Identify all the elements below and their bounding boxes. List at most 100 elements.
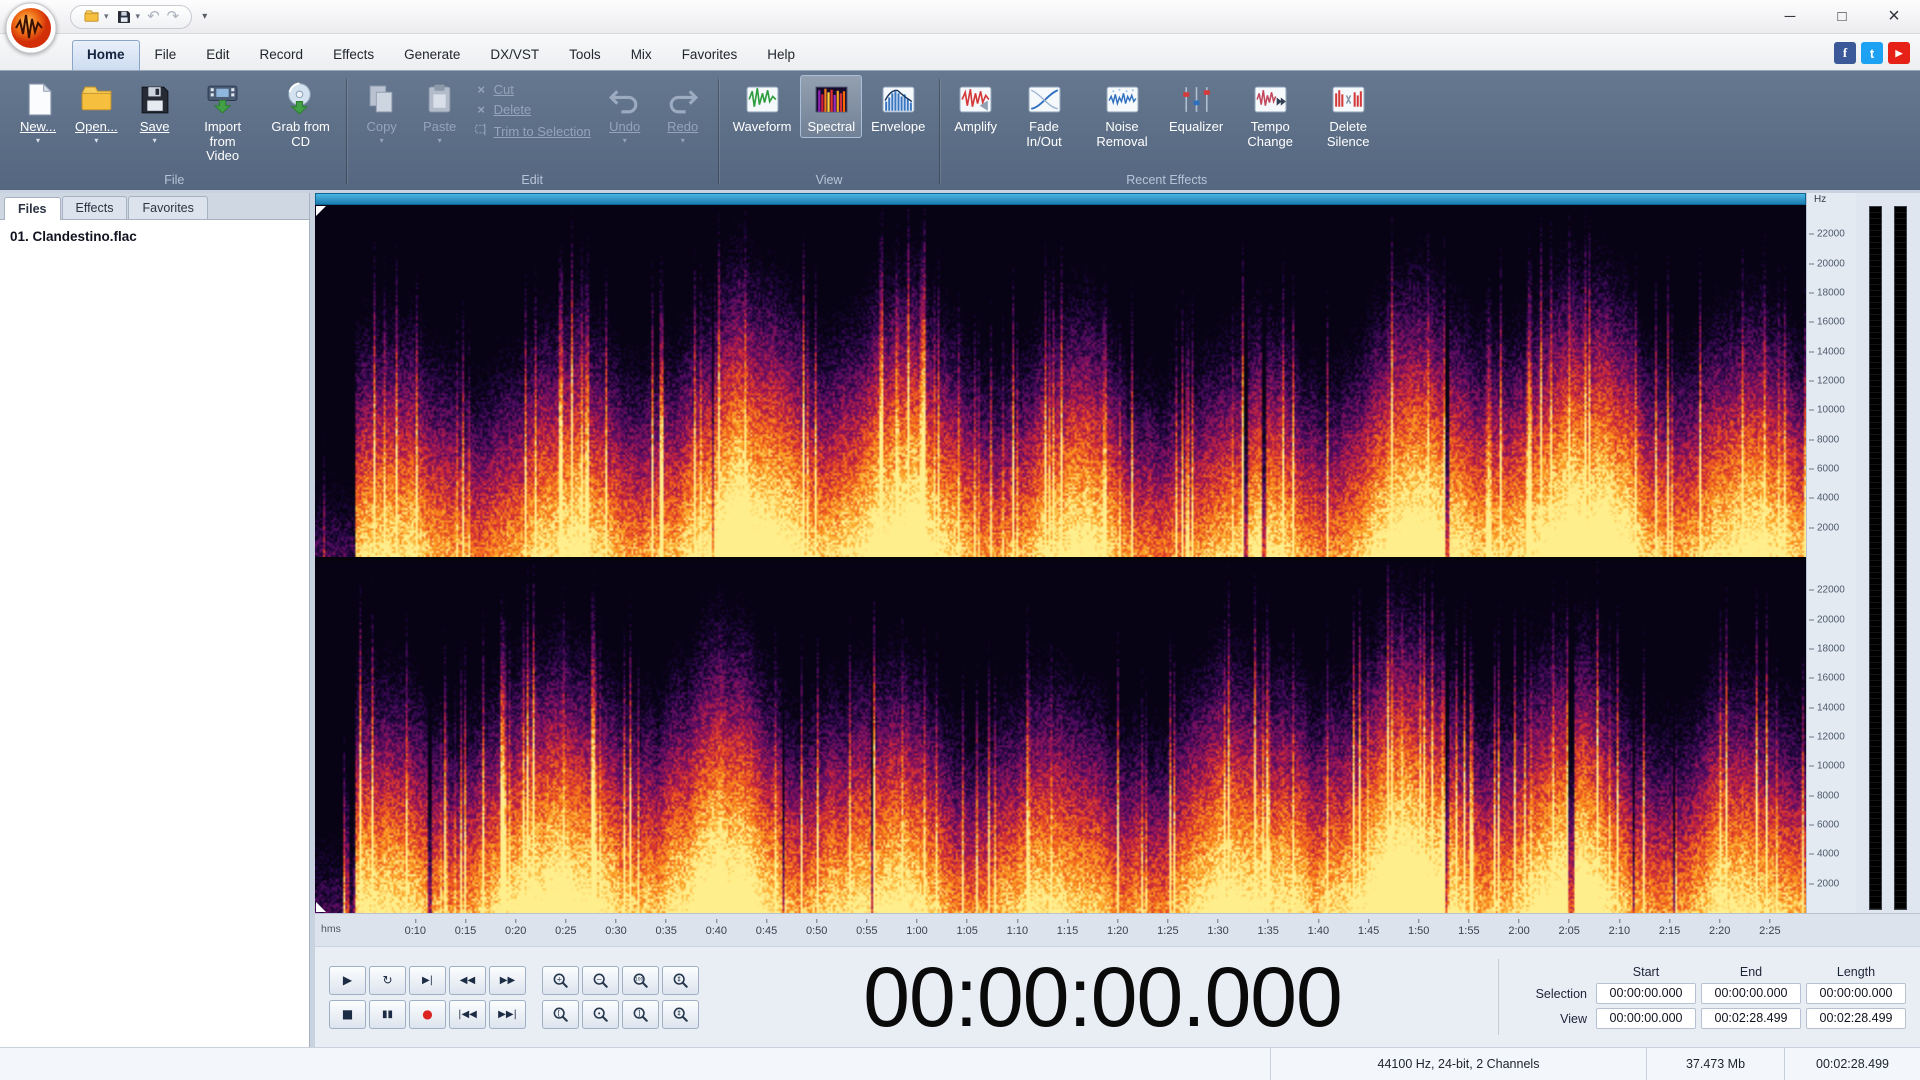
menu-tabs: Home File Edit Record Effects Generate DX/VST T… xyxy=(72,34,810,70)
undo-arrow-icon xyxy=(606,81,643,118)
menu-tab-home[interactable]: Home xyxy=(72,40,140,70)
menu-tab-help[interactable]: Help xyxy=(752,40,810,70)
menu-tab-record[interactable]: Record xyxy=(245,40,319,70)
grab-from-cd-button[interactable]: Grab from CD xyxy=(263,75,339,152)
status-duration: 00:02:28.499 xyxy=(1784,1048,1920,1080)
tempo-change-button[interactable]: Tempo Change xyxy=(1232,75,1308,152)
fast-forward-button[interactable]: ▶▶ xyxy=(489,965,526,995)
zoom-selection-start-button[interactable]: [ xyxy=(542,999,579,1029)
zoom-full-button[interactable]: ∙ xyxy=(582,999,619,1029)
save-button[interactable]: Save ▾ xyxy=(127,75,183,148)
menu-tab-file[interactable]: File xyxy=(140,40,192,70)
frequency-tick: 20000 xyxy=(1809,258,1845,269)
rewind-button[interactable]: ◀◀ xyxy=(449,965,486,995)
menu-tab-effects[interactable]: Effects xyxy=(318,40,389,70)
menu-tab-mix[interactable]: Mix xyxy=(616,40,667,70)
save-dropdown-icon[interactable]: ▾ xyxy=(136,11,141,22)
noise-removal-icon xyxy=(1104,81,1141,118)
view-start-value[interactable]: 00:00:00.000 xyxy=(1596,1008,1696,1029)
play-button[interactable]: ▶ xyxy=(329,965,366,995)
view-length-value[interactable]: 00:02:28.499 xyxy=(1806,1008,1906,1029)
selection-end-marker[interactable] xyxy=(316,902,326,912)
app-logo xyxy=(5,2,57,54)
maximize-button[interactable]: □ xyxy=(1816,0,1868,33)
new-button[interactable]: New... ▾ xyxy=(10,75,66,148)
menu-tab-favorites[interactable]: Favorites xyxy=(667,40,753,70)
svg-text:+: + xyxy=(556,974,562,983)
import-from-video-button[interactable]: Import from Video xyxy=(185,75,261,167)
customize-toolbar-button[interactable]: ▾ xyxy=(202,11,207,22)
timeline-ruler[interactable]: hms 0:10 0:15 0:20 0:25 0:30 0:35 0:40 0:45 0:50… xyxy=(315,913,1920,946)
envelope-view-button[interactable]: Envelope xyxy=(864,75,932,138)
redo-button[interactable]: Redo ▾ xyxy=(655,75,711,148)
ribbon-divider xyxy=(345,79,347,184)
spectrogram-right-channel[interactable] xyxy=(315,561,1806,913)
spectral-view-button[interactable]: Spectral xyxy=(800,75,863,138)
equalizer-button[interactable]: Equalizer xyxy=(1162,75,1230,138)
record-button[interactable]: ● xyxy=(409,999,446,1029)
timeline-tick: 2:00 xyxy=(1508,919,1530,937)
trim-to-selection-button[interactable]: Trim to Selection xyxy=(470,121,595,141)
undo-icon[interactable]: ↶ xyxy=(147,9,160,24)
selection-start-marker[interactable] xyxy=(316,206,326,216)
zoom-100-button[interactable]: 100 xyxy=(622,965,659,995)
level-meter-right xyxy=(1894,206,1907,910)
close-button[interactable]: × xyxy=(1868,0,1920,33)
stop-button[interactable]: ■ xyxy=(329,999,366,1029)
zoom-vertical-in-button[interactable]: ⇕ xyxy=(662,965,699,995)
copy-icon xyxy=(363,81,400,118)
go-to-end-button[interactable]: ▶▶| xyxy=(489,999,526,1029)
status-audio-format: 44100 Hz, 24-bit, 2 Channels xyxy=(1270,1048,1646,1080)
menu-tab-edit[interactable]: Edit xyxy=(191,40,244,70)
timeline-tick: 2:20 xyxy=(1709,919,1730,937)
amplify-button[interactable]: Amplify xyxy=(947,75,1004,138)
menu-tab-tools[interactable]: Tools xyxy=(554,40,616,70)
spectral-icon xyxy=(813,81,850,118)
sidebar-tab-files[interactable]: Files xyxy=(4,197,61,220)
fade-in-out-button[interactable]: Fade In/Out xyxy=(1006,75,1082,152)
copy-button[interactable]: Copy ▾ xyxy=(354,75,410,148)
youtube-icon[interactable]: ▶ xyxy=(1888,42,1910,64)
redo-icon[interactable]: ↷ xyxy=(167,9,180,24)
zoom-out-button[interactable]: − xyxy=(582,965,619,995)
loop-button[interactable]: ↻ xyxy=(369,965,406,995)
selection-start-value[interactable]: 00:00:00.000 xyxy=(1596,983,1696,1004)
zoom-selection-end-button[interactable]: ] xyxy=(622,999,659,1029)
delete-button[interactable]: × Delete xyxy=(470,101,595,118)
menu-tab-dx-vst[interactable]: DX/VST xyxy=(475,40,554,70)
play-to-end-button[interactable]: ▶| xyxy=(409,965,446,995)
file-list-item[interactable]: 01. Clandestino.flac xyxy=(10,227,299,246)
undo-button[interactable]: Undo ▾ xyxy=(597,75,653,148)
noise-removal-button[interactable]: Noise Removal xyxy=(1084,75,1160,152)
delete-silence-button[interactable]: Delete Silence xyxy=(1310,75,1386,152)
save-icon[interactable] xyxy=(116,9,132,25)
zoom-in-button[interactable]: + xyxy=(542,965,579,995)
paste-button[interactable]: Paste ▾ xyxy=(412,75,468,148)
open-button[interactable]: Open... ▾ xyxy=(68,75,125,148)
sidebar-tab-effects[interactable]: Effects xyxy=(61,196,128,219)
zoom-vertical-out-button[interactable]: ⇕ xyxy=(662,999,699,1029)
spectrogram-left-channel[interactable] xyxy=(315,205,1806,557)
ribbon-group-view: Waveform Spectral Envelope View xyxy=(722,75,937,190)
facebook-icon[interactable]: f xyxy=(1834,42,1856,64)
waveform-view-button[interactable]: Waveform xyxy=(726,75,799,138)
timeline-tick: 0:50 xyxy=(806,919,827,937)
selection-length-value[interactable]: 00:00:00.000 xyxy=(1806,983,1906,1004)
open-dropdown-icon[interactable]: ▾ xyxy=(104,11,109,22)
selection-end-value[interactable]: 00:00:00.000 xyxy=(1701,983,1801,1004)
ribbon-group-label: View xyxy=(815,173,843,187)
open-file-icon[interactable] xyxy=(83,8,100,25)
position-row-label-selection: Selection xyxy=(1535,986,1587,1001)
sidebar-tab-favorites[interactable]: Favorites xyxy=(128,196,208,219)
cut-button[interactable]: × Cut xyxy=(470,81,595,98)
horizontal-scrollbar[interactable] xyxy=(315,193,1806,205)
frequency-tick: 16000 xyxy=(1809,317,1845,328)
view-end-value[interactable]: 00:02:28.499 xyxy=(1701,1008,1801,1029)
minimize-button[interactable]: ─ xyxy=(1764,0,1816,33)
menu-tab-generate[interactable]: Generate xyxy=(389,40,475,70)
go-to-start-button[interactable]: |◀◀ xyxy=(449,999,486,1029)
pause-button[interactable]: ▮▮ xyxy=(369,999,406,1029)
zoom-row1: + − 100 ⇕ xyxy=(542,965,699,995)
twitter-icon[interactable]: t xyxy=(1861,42,1883,64)
transport-row2: ■ ▮▮ ● |◀◀ ▶▶| xyxy=(329,999,526,1029)
